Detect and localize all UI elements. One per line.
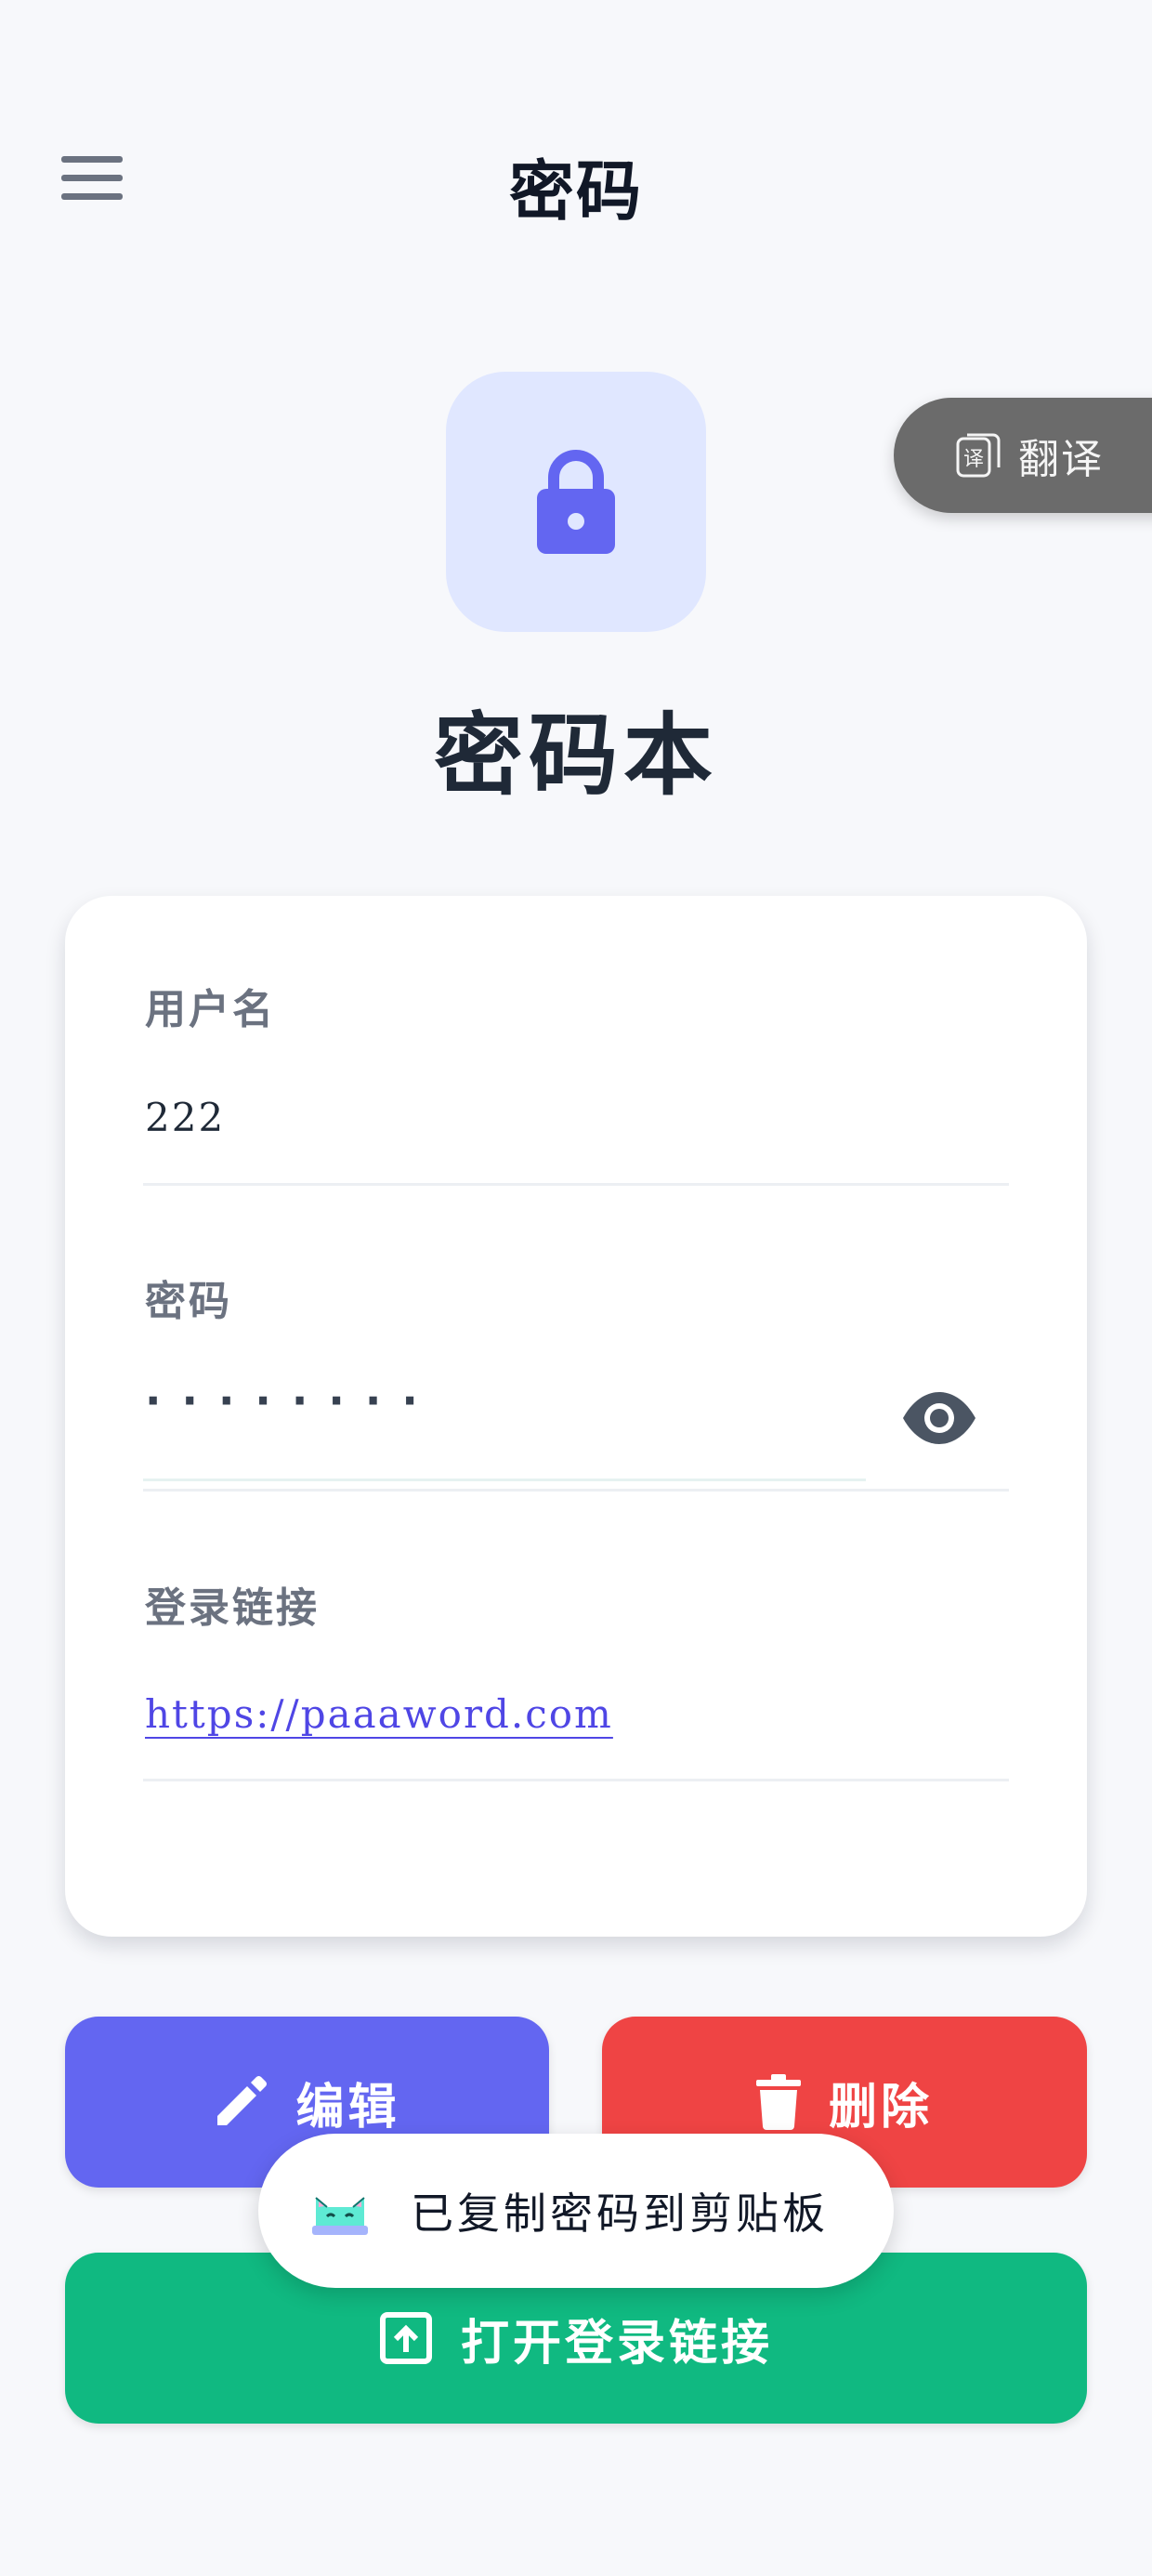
lock-icon xyxy=(537,450,615,554)
page-title: 密码 xyxy=(509,153,643,230)
translate-icon: 译 xyxy=(956,433,1001,478)
pencil-icon xyxy=(214,2075,268,2129)
open-in-browser-icon xyxy=(379,2311,433,2365)
credential-card: 用户名 222 密码 ········ 登录链接 https://paaawor… xyxy=(65,896,1087,1937)
toast-message: 已复制密码到剪贴板 xyxy=(411,2188,829,2239)
login-link-value[interactable]: https://paaaword.com xyxy=(145,1691,613,1737)
open-login-link-label: 打开登录链接 xyxy=(460,2315,773,2372)
username-label: 用户名 xyxy=(145,986,276,1033)
username-divider xyxy=(143,1183,1009,1186)
login-link-divider xyxy=(143,1779,1009,1781)
translate-label: 翻译 xyxy=(1018,436,1104,483)
password-field-underline xyxy=(143,1479,866,1481)
edit-button-label: 编辑 xyxy=(295,2079,400,2136)
cat-icon xyxy=(312,2197,368,2235)
trash-icon xyxy=(755,2074,801,2130)
password-divider xyxy=(143,1489,1009,1492)
login-link-label: 登录链接 xyxy=(145,1584,320,1632)
copy-toast: 已复制密码到剪贴板 xyxy=(258,2134,894,2288)
translate-button[interactable]: 译 翻译 xyxy=(894,398,1152,513)
delete-button-label: 删除 xyxy=(828,2079,933,2136)
username-value[interactable]: 222 xyxy=(145,1095,225,1140)
show-password-eye-icon[interactable] xyxy=(901,1390,977,1446)
app-icon-tile xyxy=(446,372,706,632)
svg-text:译: 译 xyxy=(963,448,984,471)
password-label: 密码 xyxy=(145,1278,232,1325)
app-name: 密码本 xyxy=(434,703,718,808)
password-field[interactable]: ········ xyxy=(145,1375,935,1426)
